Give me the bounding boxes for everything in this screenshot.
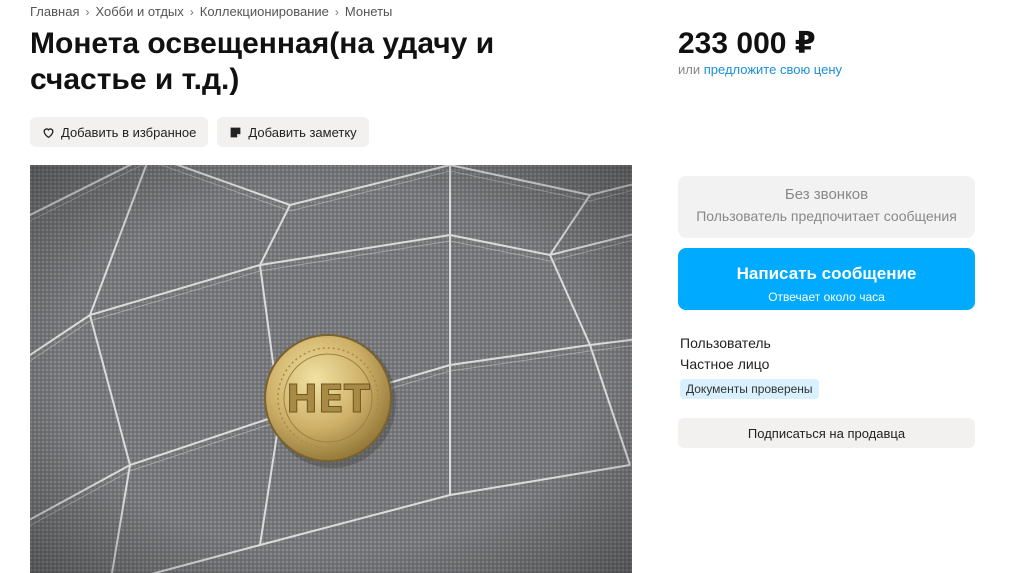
breadcrumb-collecting[interactable]: Коллекционирование bbox=[200, 4, 329, 19]
listing-photo[interactable]: НЕТ bbox=[30, 165, 632, 573]
subscribe-seller-button[interactable]: Подписаться на продавца bbox=[678, 418, 975, 448]
note-icon bbox=[229, 126, 242, 139]
add-note-label: Добавить заметку bbox=[248, 124, 357, 140]
write-message-button[interactable]: Написать сообщение Отвечает около часа bbox=[678, 248, 975, 310]
seller-name[interactable]: Пользователь bbox=[680, 335, 771, 351]
chevron-right-icon: › bbox=[189, 4, 194, 19]
breadcrumb-coins[interactable]: Монеты bbox=[345, 4, 392, 19]
seller-type: Частное лицо bbox=[680, 356, 770, 372]
price: 233 000 ₽ bbox=[678, 27, 816, 60]
no-calls-notice: Без звонков Пользователь предпочитает со… bbox=[678, 176, 975, 238]
verified-badge: Документы проверены bbox=[680, 379, 819, 399]
breadcrumb-home[interactable]: Главная bbox=[30, 4, 79, 19]
offer-line: или предложите свою цену bbox=[678, 62, 842, 77]
breadcrumb: Главная › Хобби и отдых › Коллекциониров… bbox=[30, 4, 392, 19]
chevron-right-icon: › bbox=[85, 4, 90, 19]
coin-photo-image: НЕТ bbox=[30, 165, 632, 573]
heart-icon bbox=[42, 126, 55, 139]
add-note-button[interactable]: Добавить заметку bbox=[217, 117, 369, 147]
page-title: Монета освещенная(на удачу и счастье и т… bbox=[30, 27, 495, 96]
no-calls-subtitle: Пользователь предпочитает сообщения bbox=[696, 208, 957, 224]
no-calls-title: Без звонков bbox=[784, 186, 869, 203]
response-time-label: Отвечает около часа bbox=[768, 290, 885, 304]
offer-prefix: или bbox=[678, 62, 701, 77]
breadcrumb-hobby[interactable]: Хобби и отдых bbox=[95, 4, 183, 19]
listing-actions: Добавить в избранное Добавить заметку bbox=[30, 117, 369, 147]
add-to-favorites-button[interactable]: Добавить в избранное bbox=[30, 117, 209, 147]
chevron-right-icon: › bbox=[334, 4, 339, 19]
coin-text: НЕТ bbox=[286, 377, 370, 421]
offer-price-link[interactable]: предложите свою цену bbox=[704, 62, 842, 77]
add-to-favorites-label: Добавить в избранное bbox=[61, 124, 197, 140]
write-message-label: Написать сообщение bbox=[736, 264, 917, 283]
